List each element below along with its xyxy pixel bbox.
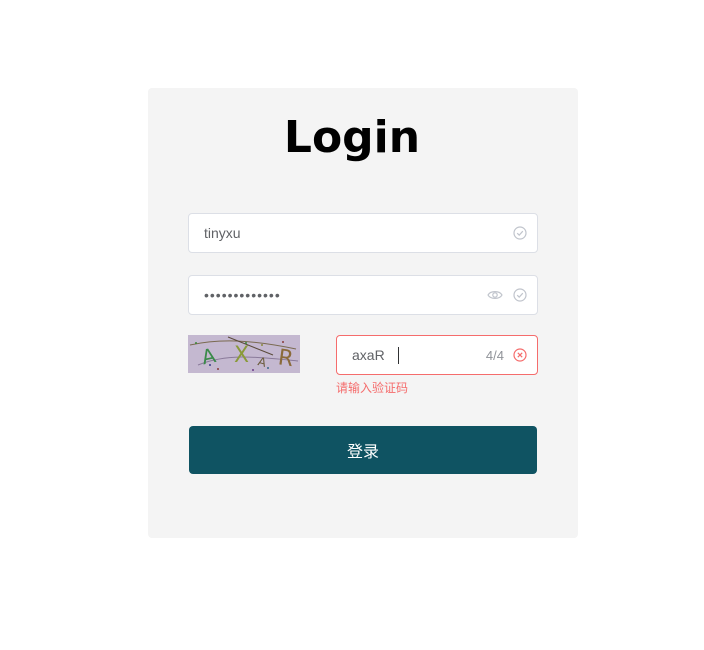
username-input[interactable] (204, 214, 494, 252)
check-circle-icon (513, 226, 527, 240)
captcha-error-message: 请输入验证码 (336, 381, 409, 395)
page-title: Login (283, 112, 421, 163)
text-caret (398, 347, 399, 364)
captcha-char: X (234, 343, 249, 368)
password-input[interactable] (204, 276, 474, 314)
error-circle-icon[interactable] (513, 348, 527, 362)
username-field[interactable] (188, 213, 538, 253)
check-circle-icon (513, 288, 527, 302)
captcha-field[interactable]: 4/4 (336, 335, 538, 375)
login-button[interactable]: 登录 (189, 426, 537, 474)
eye-icon[interactable] (487, 288, 503, 302)
captcha-input[interactable] (352, 336, 472, 374)
captcha-image[interactable]: A X A R (188, 335, 300, 373)
char-counter: 4/4 (485, 348, 504, 363)
password-field[interactable] (188, 275, 538, 315)
